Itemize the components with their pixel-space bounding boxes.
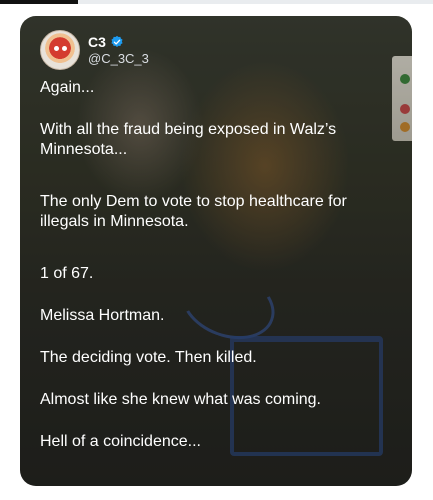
verified-badge-icon [111, 35, 123, 47]
author-names: C3 @C_3C_3 [88, 34, 149, 67]
poster-dot [400, 74, 410, 84]
author-handle[interactable]: @C_3C_3 [88, 51, 149, 67]
post-paragraph: 1 of 67. [40, 265, 94, 282]
post-header: C3 @C_3C_3 [40, 30, 149, 70]
top-strip-dark [0, 0, 78, 4]
poster-dot [400, 122, 410, 132]
post-paragraph: The only Dem to vote to stop healthcare … [40, 193, 347, 230]
author-display-name[interactable]: C3 [88, 34, 106, 51]
avatar-eye [54, 46, 59, 51]
post-paragraph: With all the fraud being exposed in Walz… [40, 121, 337, 158]
name-row: C3 [88, 34, 149, 51]
avatar-eye [62, 46, 67, 51]
avatar[interactable] [40, 30, 80, 70]
post-paragraph: Almost like she knew what was coming. [40, 391, 321, 408]
poster-dot [400, 104, 410, 114]
post-card[interactable]: C3 @C_3C_3 Again... With all the fraud b… [20, 16, 412, 486]
post-paragraph: Hell of a coincidence... [40, 433, 201, 450]
post-paragraph: Melissa Hortman. [40, 307, 165, 324]
post-paragraph: Again... [40, 79, 95, 96]
post-paragraph: The deciding vote. Then killed. [40, 349, 257, 366]
top-strip [0, 0, 433, 4]
